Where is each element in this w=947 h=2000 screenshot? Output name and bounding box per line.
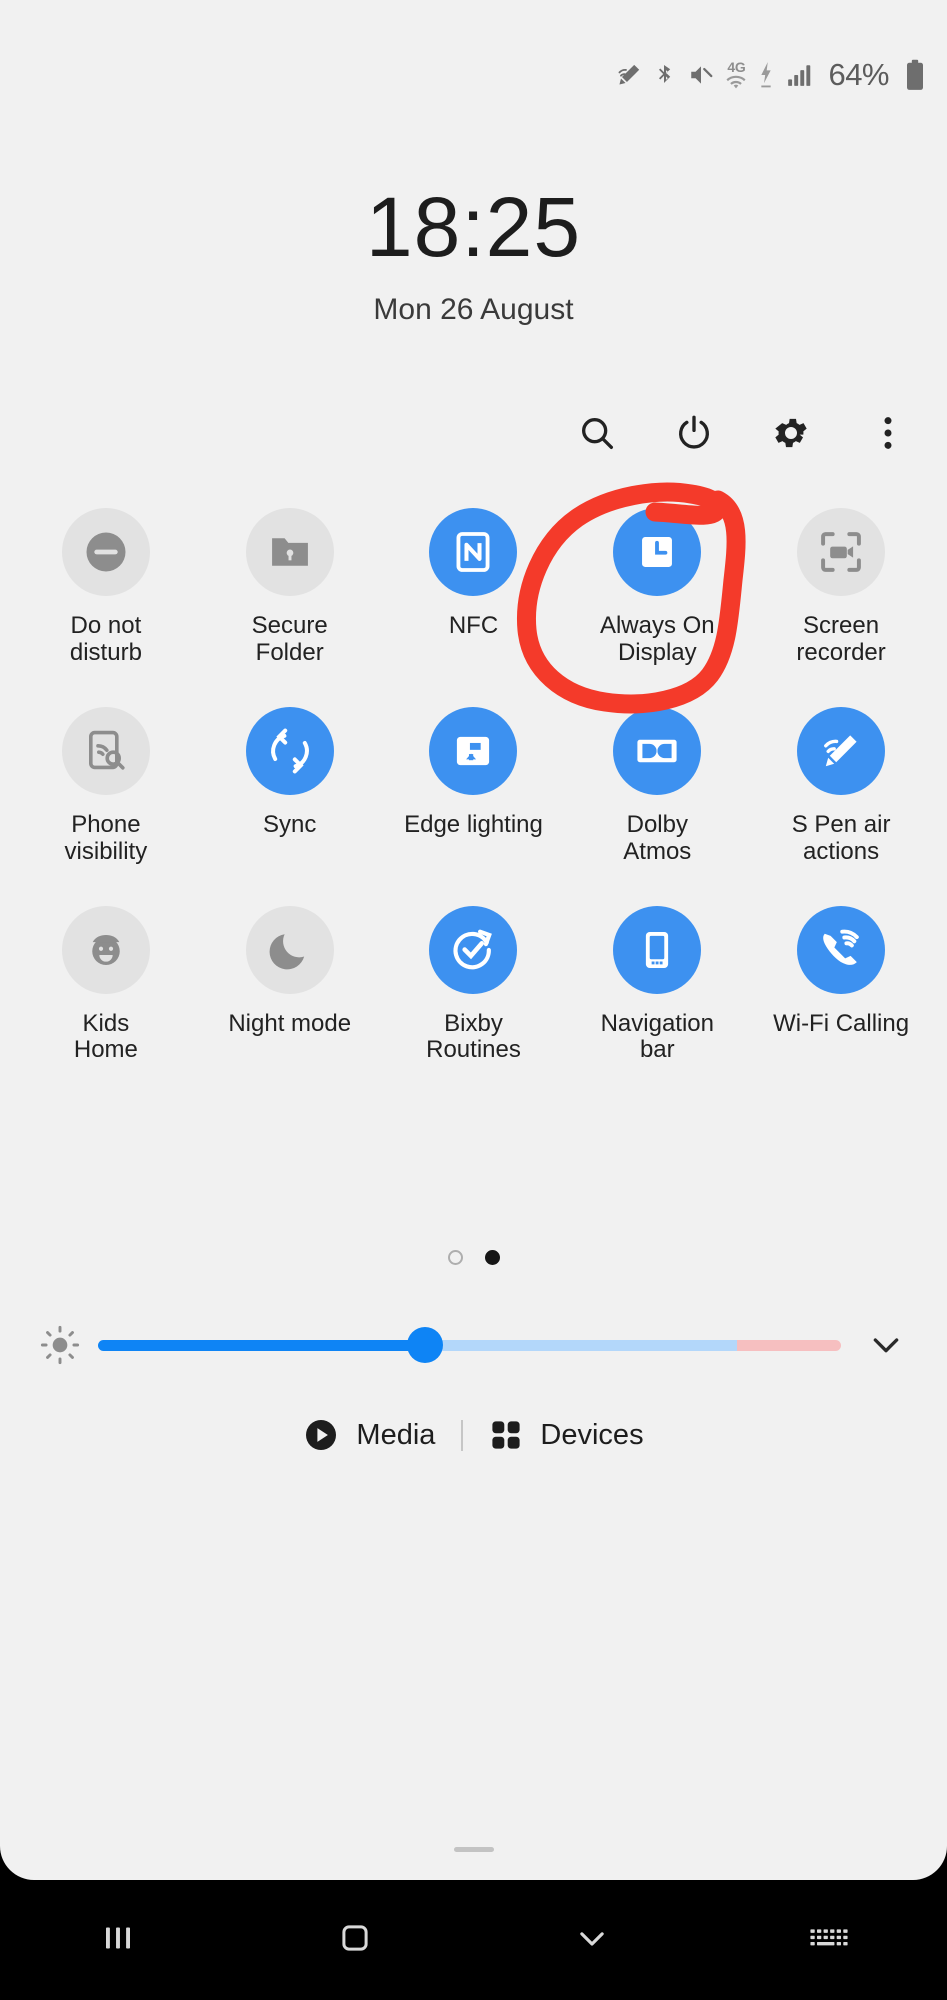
- page-dot-2[interactable]: [484, 1250, 500, 1265]
- network-type-label: 4G: [727, 59, 746, 75]
- tile-label: Phone visibility: [64, 810, 148, 865]
- quick-settings-panel: 4G 64% 18:25 Mon 26 August Do not distur…: [0, 0, 947, 1880]
- tile-row: Kids Home Night mode Bixby Routines Navi…: [0, 905, 947, 1065]
- network-4g-wifi-icon: 4G: [725, 60, 747, 90]
- dolby-atmos-icon: [613, 706, 702, 795]
- spen-icon: [616, 62, 642, 88]
- tile-night-mode[interactable]: Night mode: [198, 905, 382, 1065]
- brightness-slider-thumb[interactable]: [406, 1327, 443, 1363]
- tile-do-not-disturb[interactable]: Do not disturb: [14, 508, 198, 667]
- kids-home-icon: [61, 905, 150, 994]
- bluetooth-icon: [653, 62, 677, 88]
- tile-label: Navigation bar: [600, 1009, 714, 1064]
- quick-settings-toolbar: [568, 406, 917, 464]
- clock-time: 18:25: [365, 180, 582, 274]
- back-button[interactable]: [474, 1919, 711, 1962]
- tile-label: Kids Home: [73, 1009, 138, 1064]
- tile-label: Bixby Routines: [426, 1009, 521, 1064]
- tile-dolby-atmos[interactable]: Dolby Atmos: [565, 706, 749, 866]
- chevron-down-icon: [573, 1919, 611, 1962]
- home-icon: [337, 1920, 373, 1961]
- tile-label: Wi-Fi Calling: [773, 1009, 910, 1037]
- gear-icon: [771, 413, 811, 458]
- tile-sync[interactable]: Sync: [198, 706, 382, 866]
- settings-button[interactable]: [762, 406, 820, 464]
- battery-icon: [905, 59, 925, 91]
- tile-label: Secure Folder: [251, 612, 328, 666]
- tile-wifi-calling[interactable]: Wi-Fi Calling: [749, 905, 933, 1065]
- devices-grid-icon: [489, 1418, 523, 1452]
- chevron-down-icon[interactable]: [849, 1325, 923, 1365]
- play-circle-icon: [303, 1417, 339, 1453]
- media-label: Media: [356, 1418, 436, 1451]
- battery-percentage-label: 64%: [828, 57, 889, 92]
- tile-row: Do not disturb Secure Folder NFC Always …: [0, 508, 947, 667]
- system-navigation-bar: [0, 1880, 947, 2000]
- more-options-button[interactable]: [859, 406, 917, 464]
- tile-label: Dolby Atmos: [623, 810, 692, 865]
- tile-label: Always On Display: [599, 612, 715, 666]
- secure-folder-icon: [245, 508, 334, 596]
- night-mode-icon: [245, 905, 334, 994]
- nfc-icon: [429, 508, 518, 596]
- tile-edge-lighting[interactable]: Edge lighting: [382, 706, 566, 866]
- tile-navigation-bar[interactable]: Navigation bar: [565, 905, 749, 1065]
- quick-settings-tiles: Do not disturb Secure Folder NFC Always …: [0, 508, 947, 1092]
- devices-button[interactable]: Devices: [463, 1418, 669, 1452]
- tile-label: Screen recorder: [796, 612, 886, 666]
- tile-secure-folder[interactable]: Secure Folder: [198, 508, 382, 667]
- tile-label: Edge lighting: [404, 810, 543, 838]
- power-icon: [674, 413, 714, 458]
- search-button[interactable]: [568, 406, 626, 464]
- keyboard-icon: [809, 1921, 849, 1960]
- brightness-icon: [24, 1323, 96, 1367]
- wifi-calling-icon: [797, 905, 886, 994]
- recents-icon: [100, 1920, 136, 1961]
- keyboard-button[interactable]: [710, 1921, 947, 1960]
- tile-label: NFC: [448, 612, 499, 639]
- status-bar: 4G 64%: [0, 0, 947, 150]
- screen-recorder-icon: [797, 508, 886, 596]
- do-not-disturb-icon: [61, 508, 150, 596]
- edge-lighting-icon: [429, 706, 518, 795]
- tile-spen-air-actions[interactable]: S Pen air actions: [749, 706, 933, 866]
- search-icon: [577, 413, 617, 458]
- tile-screen-recorder[interactable]: Screen recorder: [749, 508, 933, 667]
- phone-visibility-icon: [61, 706, 150, 795]
- page-indicator: [0, 1250, 947, 1265]
- tile-label: Do not disturb: [69, 612, 142, 666]
- home-button[interactable]: [237, 1920, 474, 1961]
- tile-label: Night mode: [228, 1009, 352, 1037]
- signal-bars-icon: [785, 62, 813, 88]
- spen-air-actions-icon: [797, 706, 886, 795]
- tile-row: Phone visibility Sync Edge lighting Dolb…: [0, 706, 947, 866]
- media-button[interactable]: Media: [277, 1417, 461, 1453]
- tile-kids-home[interactable]: Kids Home: [14, 905, 198, 1065]
- clock-block: 18:25 Mon 26 August: [0, 185, 947, 327]
- brightness-control: [0, 1305, 947, 1385]
- bixby-routines-icon: [429, 905, 518, 994]
- tile-bixby-routines[interactable]: Bixby Routines: [382, 905, 566, 1065]
- devices-label: Devices: [540, 1418, 644, 1451]
- tile-nfc[interactable]: NFC: [382, 508, 566, 667]
- navigation-bar-icon: [613, 905, 702, 994]
- brightness-slider[interactable]: [98, 1327, 841, 1363]
- tile-label: S Pen air actions: [791, 810, 891, 865]
- tile-phone-visibility[interactable]: Phone visibility: [14, 706, 198, 866]
- three-dots-icon: [868, 413, 908, 458]
- clock-date: Mon 26 August: [373, 293, 574, 326]
- panel-drag-handle[interactable]: [453, 1847, 494, 1852]
- charging-icon: [758, 61, 774, 89]
- power-button[interactable]: [665, 406, 723, 464]
- panel-footer: Media Devices: [0, 1390, 947, 1480]
- recents-button[interactable]: [0, 1920, 237, 1961]
- tile-always-on-display[interactable]: Always On Display: [565, 508, 749, 667]
- page-dot-1[interactable]: [447, 1250, 463, 1265]
- mute-icon: [688, 62, 714, 88]
- tile-label: Sync: [263, 810, 317, 838]
- sync-icon: [245, 706, 334, 795]
- always-on-display-icon: [613, 508, 702, 596]
